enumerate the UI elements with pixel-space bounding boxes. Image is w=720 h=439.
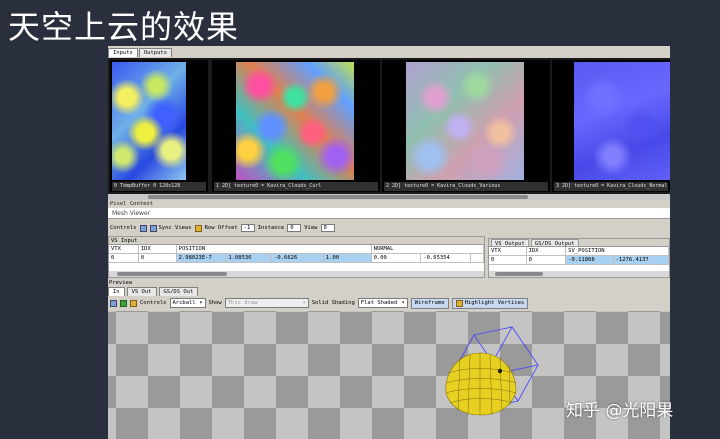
slide-title: 天空上云的效果 xyxy=(8,8,240,46)
thumbnail-3-caption: 3 2D] texture0 = Kavira_Clouds_Normal xyxy=(554,182,668,191)
sync-icon xyxy=(149,224,157,232)
table-cell: -0.65354 xyxy=(421,254,472,263)
tab-vs-output[interactable]: VS Output xyxy=(491,239,529,247)
thumbnail-0-image xyxy=(112,62,186,180)
scrollbar-thumb[interactable] xyxy=(495,272,543,276)
wireframe-toggle[interactable]: Wireframe xyxy=(410,297,449,309)
table-row[interactable]: 0 0 2.98023E-7 1.08536 -0.6626 1.00 0.00… xyxy=(109,254,484,263)
controls-label: Controls xyxy=(110,225,137,231)
scrollbar-thumb[interactable] xyxy=(148,195,528,199)
table-cell: 0 xyxy=(526,256,567,265)
view-label: View xyxy=(304,225,318,231)
watermark: 知乎 @光阳果 xyxy=(566,401,674,421)
thumbnail-2[interactable]: 2 2D] texture0 = Kavira_Clouds_Various xyxy=(382,60,550,192)
highlighted-vertex xyxy=(497,368,503,374)
vs-input-title: VS Input xyxy=(111,238,138,244)
row-offset-label: Row Offset xyxy=(204,225,238,231)
thumbnail-2-image xyxy=(406,62,524,180)
sync-views-button[interactable]: Sync Views xyxy=(149,224,192,232)
dome-mesh xyxy=(445,352,517,416)
save-icon[interactable] xyxy=(110,299,117,307)
vs-output-tabs: VS Output GS/DS Output xyxy=(489,239,669,247)
preview-label: Preview xyxy=(108,279,670,287)
tab-outputs[interactable]: Outputs xyxy=(138,48,173,57)
texture-thumbnail-strip: 0 TempBuffer 0 128x128 1 2D] texture0 = … xyxy=(108,58,670,194)
thumbnail-0-caption: 0 TempBuffer 0 128x128 xyxy=(112,182,206,191)
thumbnail-0[interactable]: 0 TempBuffer 0 128x128 xyxy=(110,60,208,192)
texture-tabs: Inputs Outputs xyxy=(108,48,173,57)
thumbnail-1[interactable]: 1 2D] texture0 = Kavira_Clouds_Curl xyxy=(212,60,380,192)
folder-icon[interactable] xyxy=(194,224,202,232)
save-icon[interactable] xyxy=(139,224,147,232)
vs-input-grid: VS Input VTX IDX POSITION NORMAL 0 0 2.9… xyxy=(108,236,485,278)
vs-input-columns: VTX IDX POSITION NORMAL xyxy=(109,245,484,254)
vs-output-columns: VTX IDX SV_POSITION xyxy=(489,247,669,256)
thumbnail-2-caption: 2 2D] texture0 = Kavira_Clouds_Various xyxy=(384,182,548,191)
vs-output-grid: VS Output GS/DS Output VTX IDX SV_POSITI… xyxy=(488,238,670,278)
vs-input-scrollbar[interactable] xyxy=(109,271,484,277)
preview-toolbar: Controls Arcball ▾ Show This draw ▾ Soli… xyxy=(108,296,670,310)
pick-icon[interactable] xyxy=(130,299,137,307)
chevron-down-icon: ▾ xyxy=(401,299,405,306)
table-cell: 0.00 xyxy=(371,254,422,263)
table-cell: 0 xyxy=(109,254,139,263)
thumbnail-3[interactable]: 3 2D] texture0 = Kavira_Clouds_Normal xyxy=(552,60,670,192)
scrollbar-thumb[interactable] xyxy=(117,272,227,276)
instance-input[interactable]: 0 xyxy=(287,224,302,232)
table-cell: 1.00 xyxy=(323,254,372,263)
refresh-icon[interactable] xyxy=(120,299,127,307)
table-cell: -0.11808 xyxy=(566,256,614,265)
tab-in[interactable]: In xyxy=(108,287,125,296)
tab-inputs[interactable]: Inputs xyxy=(108,48,138,57)
column-header[interactable]: IDX xyxy=(526,247,567,256)
solid-shading-select[interactable]: Flat Shaded ▾ xyxy=(357,298,408,308)
highlight-vertices-label: Highlight Vertices xyxy=(464,300,525,306)
thumbnail-3-image xyxy=(574,62,670,180)
sync-views-label: Sync Views xyxy=(158,225,192,231)
pixel-context-label: Pixel Context xyxy=(108,201,154,207)
controls-label: Controls xyxy=(140,300,167,306)
tab-gs-ds-output[interactable]: GS/DS Output xyxy=(530,239,579,247)
tab-vs-out[interactable]: VS Out xyxy=(126,287,157,296)
controls-select-value: Arcball xyxy=(172,299,196,306)
table-cell: -0.6626 xyxy=(272,254,324,263)
column-header[interactable]: POSITION xyxy=(176,245,372,254)
table-cell: 0 xyxy=(138,254,177,263)
show-select-value: This draw xyxy=(227,299,258,306)
solid-shading-select-value: Flat Shaded xyxy=(360,299,398,306)
column-header[interactable]: VTX xyxy=(109,245,139,254)
instance-label: Instance xyxy=(257,225,285,231)
column-header[interactable]: VTX xyxy=(489,247,527,256)
vs-output-scrollbar[interactable] xyxy=(489,271,669,277)
highlight-icon xyxy=(455,299,463,307)
thumbnail-1-caption: 1 2D] texture0 = Kavira_Clouds_Curl xyxy=(214,182,378,191)
column-header[interactable]: IDX xyxy=(138,245,177,254)
table-cell xyxy=(471,254,484,263)
solid-shading-label: Solid Shading xyxy=(311,300,355,306)
chevron-down-icon: ▾ xyxy=(199,299,203,306)
renderdoc-window: Inputs Outputs 0 TempBuffer 0 128x128 1 … xyxy=(108,46,670,439)
table-cell: -1276.4137 xyxy=(613,256,669,265)
mesh-viewer-titlebar: Mesh Viewer xyxy=(108,208,670,219)
thumbnail-scrollbar[interactable] xyxy=(108,194,670,200)
show-select[interactable]: This draw ▾ xyxy=(224,298,309,308)
controls-select[interactable]: Arcball ▾ xyxy=(169,298,206,308)
preview-tabs: In VS Out GS/DS Out xyxy=(108,287,199,296)
show-label: Show xyxy=(208,300,222,306)
mesh-toolbar: Controls Sync Views Row Offset -1 Instan… xyxy=(108,222,670,234)
table-cell: 1.08536 xyxy=(226,254,273,263)
table-row[interactable]: 0 0 -0.11808 -1276.4137 xyxy=(489,256,669,265)
table-cell: 2.98023E-7 xyxy=(176,254,227,263)
chevron-down-icon: ▾ xyxy=(302,299,306,306)
column-header[interactable]: NORMAL xyxy=(371,245,484,254)
vs-input-header: VS Input xyxy=(109,237,484,245)
tab-gs-ds-out[interactable]: GS/DS Out xyxy=(158,287,199,296)
table-cell: 0 xyxy=(489,256,527,265)
highlight-vertices-toggle[interactable]: Highlight Vertices xyxy=(451,297,529,309)
thumbnail-1-image xyxy=(236,62,354,180)
view-input[interactable]: 0 xyxy=(320,224,335,232)
column-header[interactable]: SV_POSITION xyxy=(566,247,669,256)
row-offset-input[interactable]: -1 xyxy=(240,224,255,232)
